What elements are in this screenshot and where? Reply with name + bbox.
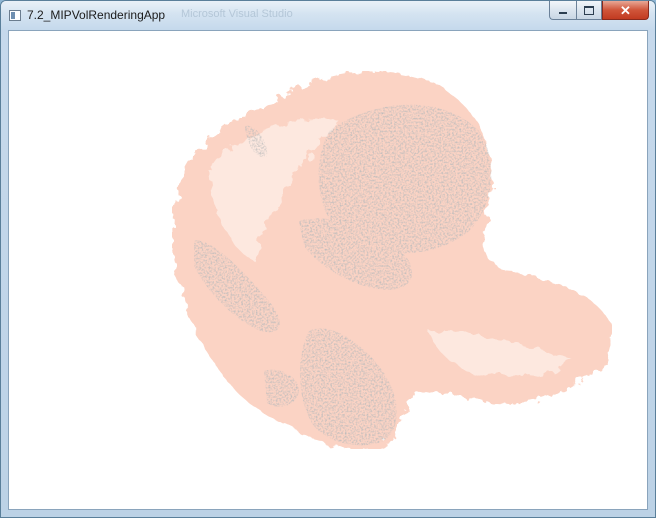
maximize-button[interactable] bbox=[576, 1, 602, 20]
maximize-icon bbox=[584, 5, 594, 15]
render-viewport[interactable] bbox=[8, 30, 648, 510]
minimize-icon bbox=[559, 11, 567, 14]
app-window: 7.2_MIPVolRenderingApp Microsoft Visual … bbox=[0, 0, 656, 518]
window-controls: ✕ bbox=[549, 1, 649, 21]
minimize-button[interactable] bbox=[549, 1, 576, 20]
title-bar[interactable]: 7.2_MIPVolRenderingApp Microsoft Visual … bbox=[1, 1, 655, 30]
close-button[interactable]: ✕ bbox=[602, 1, 649, 20]
close-icon: ✕ bbox=[620, 2, 631, 18]
window-title: 7.2_MIPVolRenderingApp bbox=[27, 8, 166, 22]
mip-volume-render bbox=[172, 71, 612, 449]
app-window-icon[interactable] bbox=[9, 10, 21, 21]
background-window-title: Microsoft Visual Studio bbox=[181, 8, 293, 20]
